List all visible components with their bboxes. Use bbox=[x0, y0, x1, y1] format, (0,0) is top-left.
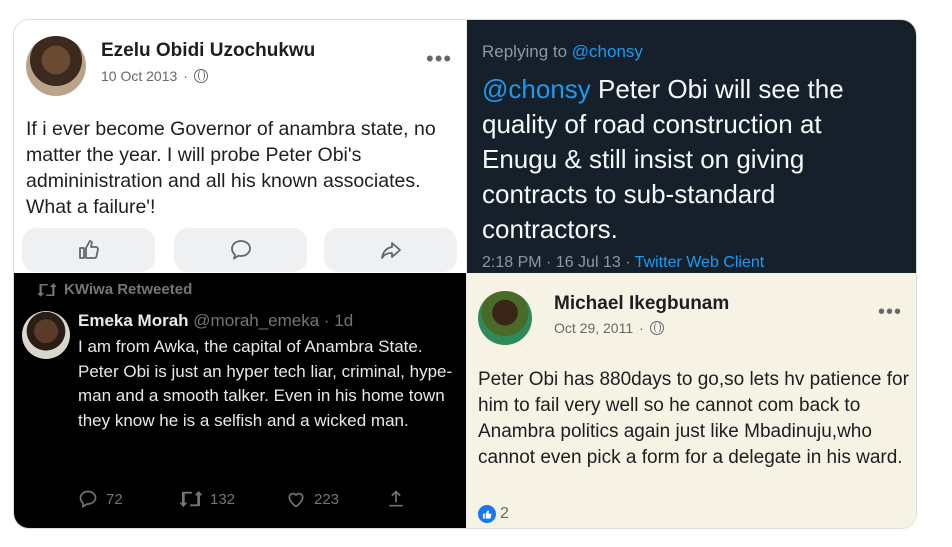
thumbs-up-icon bbox=[78, 240, 99, 259]
retweet-icon bbox=[180, 490, 202, 508]
post-date[interactable]: 10 Oct 2013 bbox=[101, 68, 177, 84]
tweet-text: I am from Awka, the capital of Anambra S… bbox=[78, 337, 453, 430]
post-text: If i ever become Governor of anambra sta… bbox=[26, 118, 436, 218]
author-name[interactable]: Ezelu Obidi Uzochukwu bbox=[101, 40, 315, 62]
retweeted-by[interactable]: KWiwa Retweeted bbox=[64, 281, 192, 298]
reaction-count: 2 bbox=[500, 505, 509, 522]
twitter-retweet-black: KWiwa Retweeted Emeka Morah @morah_emeka… bbox=[14, 273, 466, 528]
share-button[interactable] bbox=[386, 489, 406, 509]
like-reaction-icon bbox=[478, 505, 496, 523]
share-arrow-icon bbox=[380, 242, 401, 259]
tweet-timestamp: 2:18 PM · 16 Jul 13 · Twitter Web Client bbox=[482, 254, 764, 272]
timestamp-text[interactable]: 2:18 PM · 16 Jul 13 · bbox=[482, 254, 631, 271]
author-handle[interactable]: @morah_emeka · 1d bbox=[193, 311, 353, 330]
post-date[interactable]: Oct 29, 2011 bbox=[554, 320, 633, 336]
author-avatar[interactable] bbox=[26, 36, 86, 96]
heart-icon bbox=[288, 492, 304, 508]
globe-icon bbox=[649, 321, 664, 335]
author-avatar[interactable] bbox=[22, 311, 70, 359]
panel-divider bbox=[466, 20, 467, 528]
like-button[interactable] bbox=[22, 228, 155, 272]
facebook-post-michael: Michael Ikegbunam Oct 29, 2011 · ••• Pet… bbox=[466, 273, 916, 528]
comment-button[interactable] bbox=[174, 228, 307, 272]
more-options-icon[interactable]: ••• bbox=[878, 301, 902, 324]
retweet-count: 132 bbox=[210, 490, 236, 508]
share-button[interactable] bbox=[324, 228, 457, 272]
author-name[interactable]: Michael Ikegbunam bbox=[554, 293, 729, 315]
replying-to: Replying to @chonsy bbox=[482, 42, 643, 62]
reply-count: 72 bbox=[106, 490, 123, 508]
like-count: 223 bbox=[314, 490, 340, 508]
separator-dot: · bbox=[639, 320, 644, 336]
like-button[interactable]: 223 bbox=[286, 489, 386, 509]
client-link[interactable]: Twitter Web Client bbox=[635, 254, 765, 271]
retweet-button[interactable]: 132 bbox=[180, 490, 286, 508]
replying-handle-link[interactable]: @chonsy bbox=[572, 42, 643, 61]
author-line: Emeka Morah @morah_emeka · 1d bbox=[78, 311, 353, 331]
retweet-banner: KWiwa Retweeted bbox=[38, 281, 192, 298]
author-avatar[interactable] bbox=[478, 291, 532, 345]
upload-share-icon bbox=[389, 490, 403, 507]
separator-dot: · bbox=[183, 68, 188, 84]
more-options-icon[interactable]: ••• bbox=[426, 46, 452, 72]
reply-bubble-icon bbox=[79, 490, 97, 508]
reply-button[interactable]: 72 bbox=[78, 489, 180, 509]
globe-icon bbox=[193, 69, 208, 83]
replying-prefix: Replying to bbox=[482, 42, 568, 61]
tweet-actions: 72 132 223 bbox=[78, 489, 406, 509]
retweet-icon bbox=[38, 282, 56, 297]
post-text: Peter Obi has 880days to go,so lets hv p… bbox=[478, 369, 909, 468]
post-meta: Oct 29, 2011 · bbox=[554, 320, 664, 336]
author-name[interactable]: Emeka Morah bbox=[78, 311, 189, 330]
post-meta: 10 Oct 2013 · bbox=[101, 68, 208, 84]
collage-frame: Ezelu Obidi Uzochukwu 10 Oct 2013 · ••• … bbox=[13, 19, 917, 529]
mention-link[interactable]: @chonsy bbox=[482, 74, 591, 104]
reactions-summary[interactable]: 2 bbox=[478, 505, 509, 523]
facebook-post-ezelu: Ezelu Obidi Uzochukwu 10 Oct 2013 · ••• … bbox=[14, 20, 466, 273]
tweet-text: @chonsy Peter Obi will see the quality o… bbox=[482, 72, 902, 247]
twitter-reply-dark: Replying to @chonsy @chonsy Peter Obi wi… bbox=[466, 20, 916, 273]
comment-icon bbox=[230, 240, 251, 260]
